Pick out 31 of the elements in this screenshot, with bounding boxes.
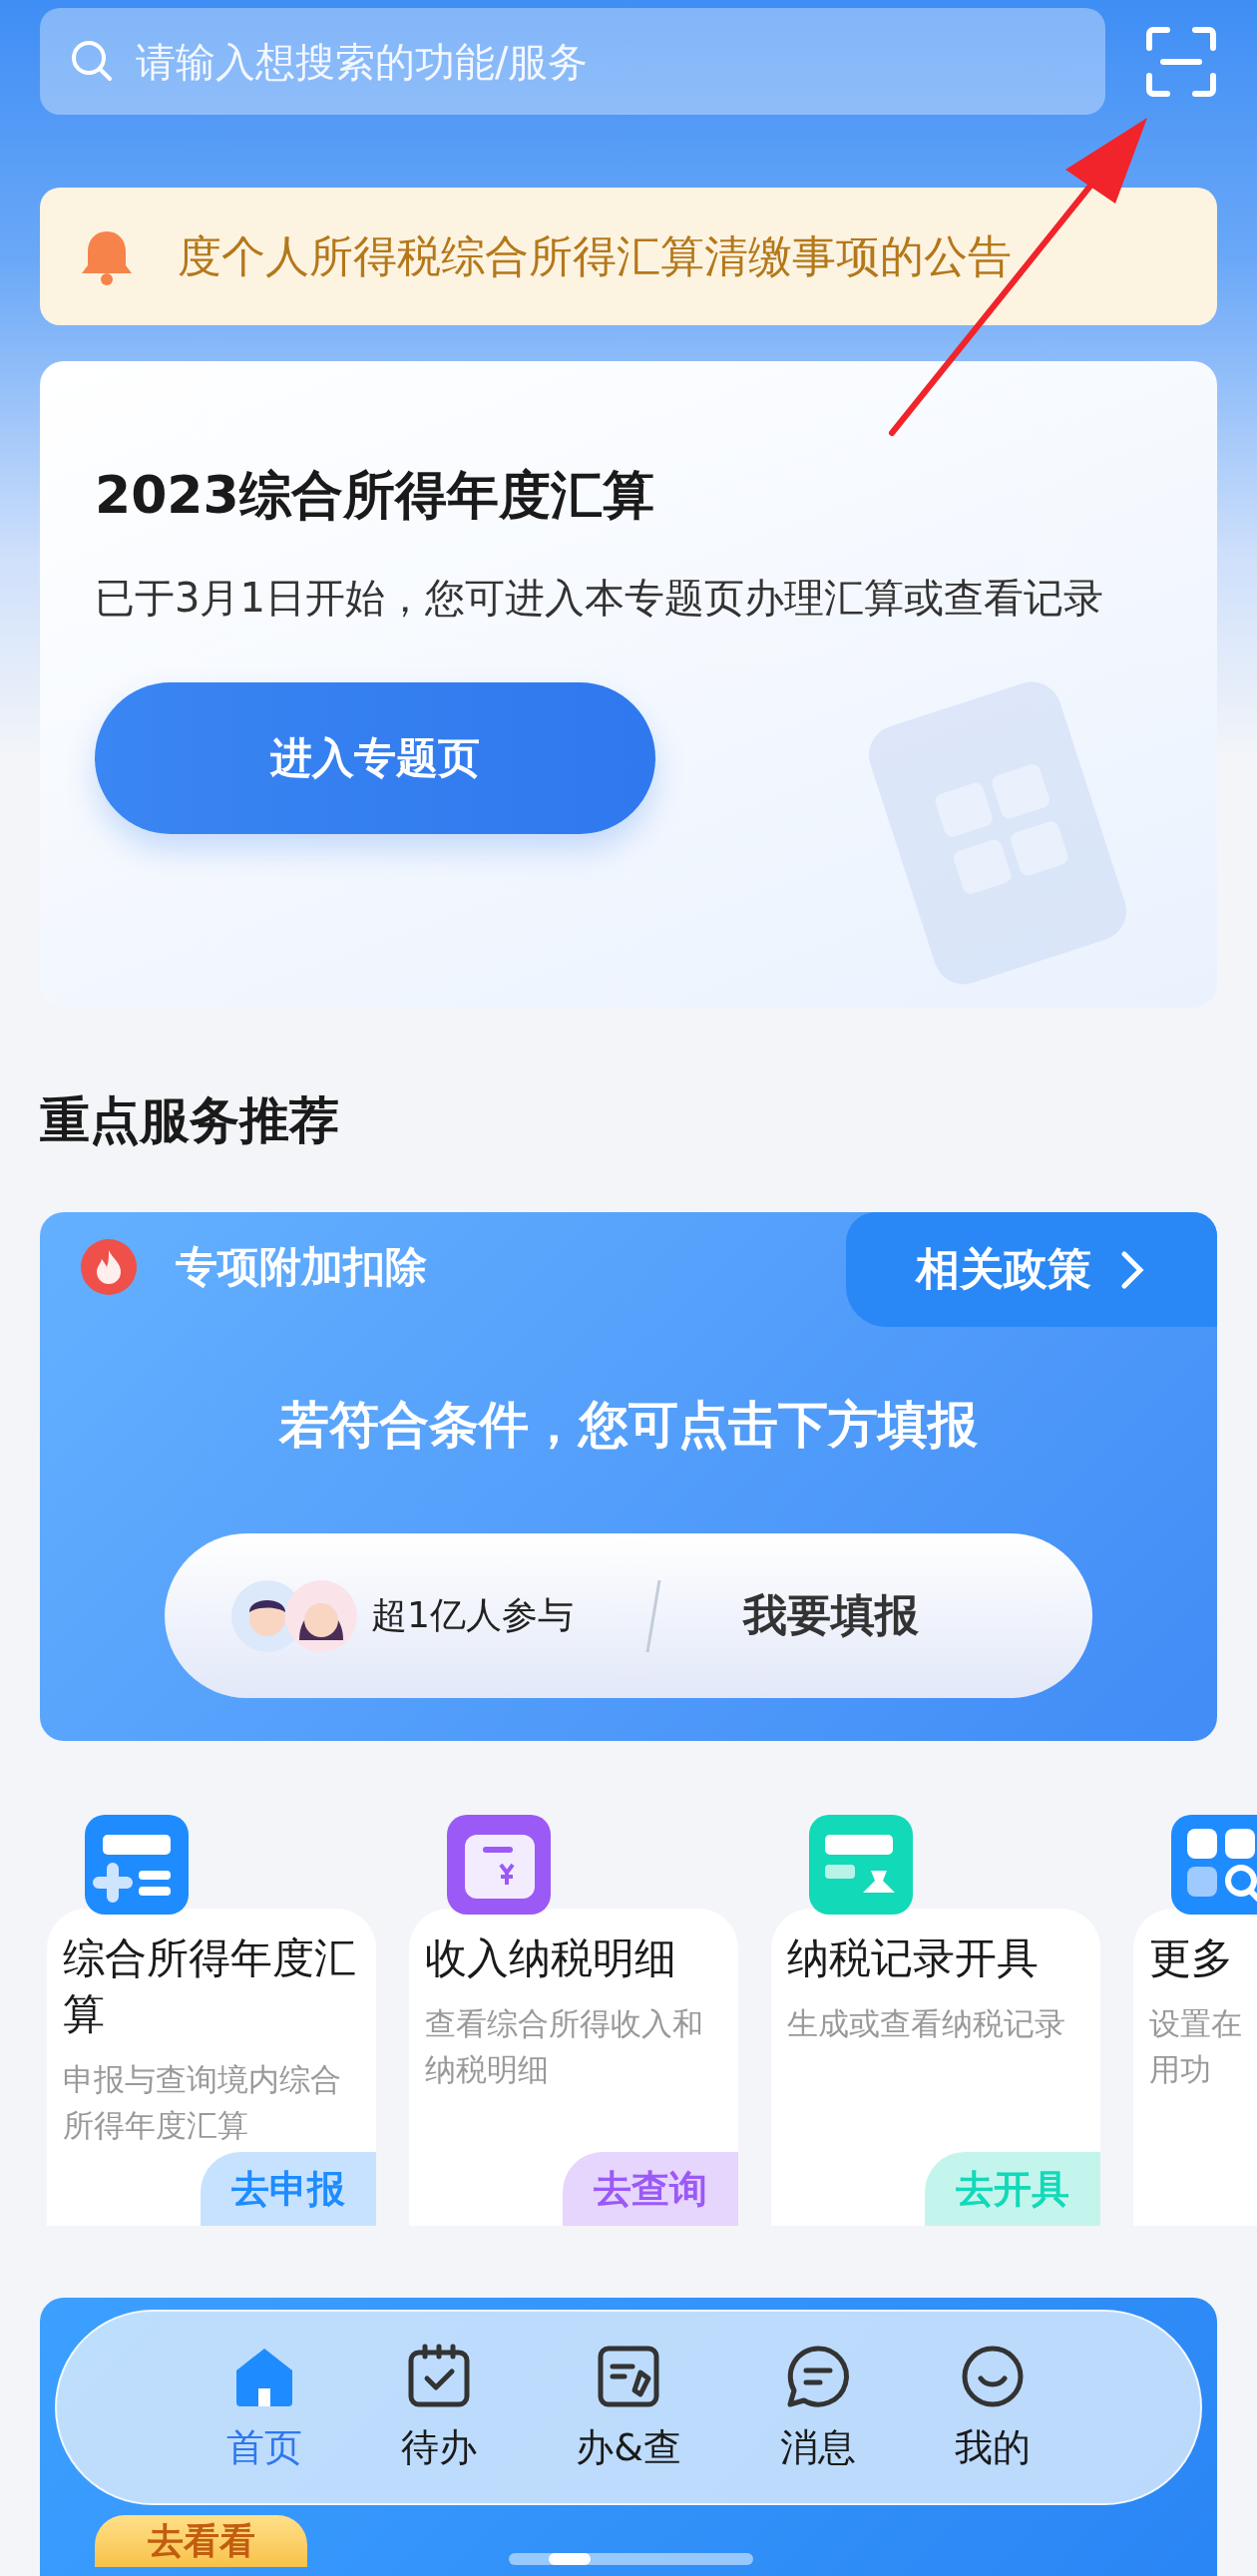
flame-icon [80, 1238, 138, 1296]
section-title: 重点服务推荐 [40, 1090, 340, 1151]
service-description: 查看综合所得收入和纳税明细 [425, 2004, 704, 2089]
service-card[interactable]: 更多 设置在用功 [1133, 1909, 1257, 2226]
service-title: 纳税记录开具 [787, 1932, 1040, 1984]
participants-text: 超1亿人参与 [371, 1593, 574, 1637]
service-card[interactable]: 综合所得年度汇算 申报与查询境内综合所得年度汇算 去申报 [47, 1909, 376, 2226]
nav-tab[interactable]: 办&查 [576, 2342, 681, 2473]
enter-topic-button[interactable]: 进入专题页 [95, 682, 655, 834]
service-description: 申报与查询境内综合所得年度汇算 [63, 2060, 342, 2145]
service-description: 设置在用功 [1149, 2004, 1243, 2089]
nav-tab[interactable]: 我的 [955, 2342, 1032, 2473]
notice-text: 度个人所得税综合所得汇算清缴事项的公告 [178, 228, 1012, 283]
hero-title: 2023综合所得年度汇算 [95, 464, 655, 527]
nav-tab[interactable]: 待办 [400, 2342, 477, 2473]
card-title: 专项附加扣除 [176, 1241, 428, 1293]
service-card[interactable]: 收入纳税明细 查看综合所得收入和纳税明细 去查询 [409, 1909, 738, 2226]
service-title: 收入纳税明细 [425, 1932, 677, 1984]
avatars-icon [229, 1577, 359, 1654]
search-icon [70, 39, 114, 83]
fill-report-button[interactable]: 超1亿人参与 我要填报 [165, 1533, 1092, 1698]
promo-banner[interactable]: 首页 待办 办&查 消息 我的 去看看 [40, 2298, 1217, 2576]
card-headline: 若符合条件，您可点击下方填报 [277, 1395, 979, 1456]
policy-link[interactable]: 相关政策 [846, 1212, 1217, 1327]
service-title: 更多 [1149, 1932, 1234, 1984]
nav-tab[interactable]: 消息 [780, 2342, 857, 2473]
service-description: 生成或查看纳税记录 [787, 2004, 1066, 2043]
hero-description: 已于3月1日开始，您可进入本专题页办理汇算或查看记录 [95, 574, 1104, 623]
service-title: 综合所得年度汇算 [63, 1932, 357, 2040]
service-card[interactable]: 纳税记录开具 生成或查看纳税记录 去开具 [771, 1909, 1100, 2226]
scan-icon[interactable] [1145, 25, 1217, 98]
